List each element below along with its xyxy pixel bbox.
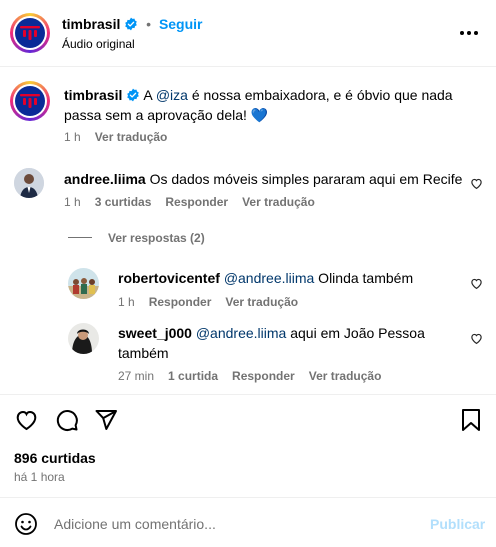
reply-body-sweet-line1: aqui em João Pessoa bbox=[286, 325, 425, 341]
person-photo-icon bbox=[14, 168, 44, 198]
share-icon[interactable] bbox=[94, 408, 118, 432]
caption-time: 1 h bbox=[64, 130, 81, 144]
comment-body: Os dados móveis simples pararam aqui em … bbox=[149, 171, 463, 187]
post-timestamp[interactable]: há 1 hora bbox=[14, 470, 65, 484]
caption-meta: 1 h Ver tradução bbox=[64, 130, 181, 144]
likes-count[interactable]: 896 curtidas bbox=[14, 450, 96, 466]
more-horizontal-icon[interactable] bbox=[459, 29, 479, 37]
reply-likes-sweet[interactable]: 1 curtida bbox=[168, 369, 218, 383]
reply-mention-sweet[interactable]: @andree.liima bbox=[196, 325, 286, 341]
audio-label[interactable]: Áudio original bbox=[62, 37, 135, 51]
reply-like-heart-icon[interactable] bbox=[470, 277, 483, 290]
group-photo-icon bbox=[68, 268, 99, 299]
caption-avatar[interactable] bbox=[10, 81, 50, 121]
reply-reply-button-roberto[interactable]: Responder bbox=[149, 295, 212, 309]
reply-meta-roberto: 1 h Responder Ver tradução bbox=[118, 295, 312, 309]
publish-button[interactable]: Publicar bbox=[430, 516, 485, 532]
reply-text-sweet: sweet_j000 @andree.liima aqui em João Pe… bbox=[118, 323, 458, 363]
header-username[interactable]: timbrasil bbox=[62, 16, 120, 32]
comment-avatar-andree[interactable] bbox=[14, 168, 44, 198]
comment-time: 1 h bbox=[64, 195, 81, 209]
reply-translate-link-sweet[interactable]: Ver tradução bbox=[309, 369, 382, 383]
comment-like-heart-icon[interactable] bbox=[470, 177, 483, 190]
bookmark-icon[interactable] bbox=[460, 408, 482, 432]
reply-time-roberto: 1 h bbox=[118, 295, 135, 309]
reply-mention-roberto[interactable]: @andree.liima bbox=[224, 270, 314, 286]
header-avatar[interactable] bbox=[10, 13, 50, 53]
emoji-icon[interactable] bbox=[14, 512, 38, 536]
reply-username-roberto[interactable]: robertovicentef bbox=[118, 270, 220, 286]
caption-username[interactable]: timbrasil bbox=[64, 87, 122, 103]
comment-likes[interactable]: 3 curtidas bbox=[95, 195, 152, 209]
reply-body-sweet-line2: também bbox=[118, 345, 169, 361]
header-separator: • bbox=[146, 16, 152, 32]
comment-translate-link[interactable]: Ver tradução bbox=[242, 195, 315, 209]
view-replies-line bbox=[68, 237, 92, 238]
comment-reply-button[interactable]: Responder bbox=[165, 195, 228, 209]
view-replies-button[interactable]: Ver respostas (2) bbox=[108, 231, 205, 245]
reply-reply-button-sweet[interactable]: Responder bbox=[232, 369, 295, 383]
tim-logo-icon bbox=[19, 25, 40, 40]
comment-meta: 1 h 3 curtidas Responder Ver tradução bbox=[64, 195, 329, 209]
composer-divider bbox=[0, 497, 496, 498]
actions-divider bbox=[0, 394, 496, 395]
follow-button[interactable]: Seguir bbox=[159, 16, 203, 32]
heart-icon[interactable] bbox=[14, 408, 39, 432]
comment-icon[interactable] bbox=[55, 408, 79, 432]
reply-username-sweet[interactable]: sweet_j000 bbox=[118, 325, 192, 341]
reply-time-sweet: 27 min bbox=[118, 369, 155, 383]
blue-heart-emoji: 💙 bbox=[250, 107, 269, 123]
verified-badge-icon bbox=[127, 88, 140, 102]
tim-logo-icon bbox=[19, 93, 40, 108]
comment-input[interactable]: Adicione um comentário... bbox=[54, 516, 216, 532]
reply-translate-link-roberto[interactable]: Ver tradução bbox=[225, 295, 298, 309]
header-divider bbox=[0, 66, 496, 67]
person-photo-icon bbox=[68, 323, 99, 354]
verified-badge-icon bbox=[125, 17, 138, 31]
caption-mention[interactable]: @iza bbox=[156, 87, 188, 103]
header-title-row: timbrasil • Seguir bbox=[62, 16, 203, 32]
reply-text-roberto: robertovicentef @andree.liima Olinda tam… bbox=[118, 268, 413, 288]
reply-avatar-sweet[interactable] bbox=[68, 323, 99, 354]
caption-text: timbrasil A @iza é nossa embaixadora, e … bbox=[64, 85, 464, 125]
reply-body-roberto: Olinda também bbox=[314, 270, 414, 286]
reply-meta-sweet: 27 min 1 curtida Responder Ver tradução bbox=[118, 369, 395, 383]
comment-text: andree.liima Os dados móveis simples par… bbox=[64, 169, 462, 189]
reply-avatar-roberto[interactable] bbox=[68, 268, 99, 299]
caption-body-start: A bbox=[143, 87, 156, 103]
comment-username[interactable]: andree.liima bbox=[64, 171, 146, 187]
reply-like-heart-icon[interactable] bbox=[470, 332, 483, 345]
caption-translate-link[interactable]: Ver tradução bbox=[95, 130, 168, 144]
